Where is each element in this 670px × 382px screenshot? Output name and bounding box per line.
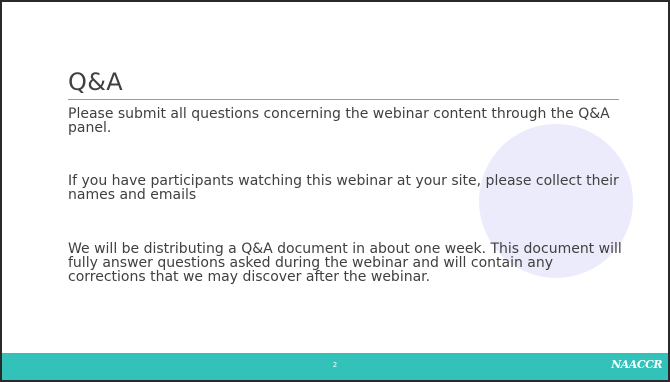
page-number: 2	[332, 361, 338, 369]
footer-bar: 2 NAACCR	[2, 353, 668, 380]
slide-title: Q&A	[68, 68, 123, 96]
naaccr-logo: NAACCR	[611, 358, 662, 371]
paragraph-participants: If you have participants watching this w…	[68, 173, 619, 203]
slide: Q&A Please submit all questions concerni…	[0, 0, 670, 382]
paragraph-qa-document: We will be distributing a Q&A document i…	[68, 241, 622, 285]
paragraph-submit-questions: Please submit all questions concerning t…	[68, 106, 610, 136]
title-underline	[68, 99, 619, 100]
